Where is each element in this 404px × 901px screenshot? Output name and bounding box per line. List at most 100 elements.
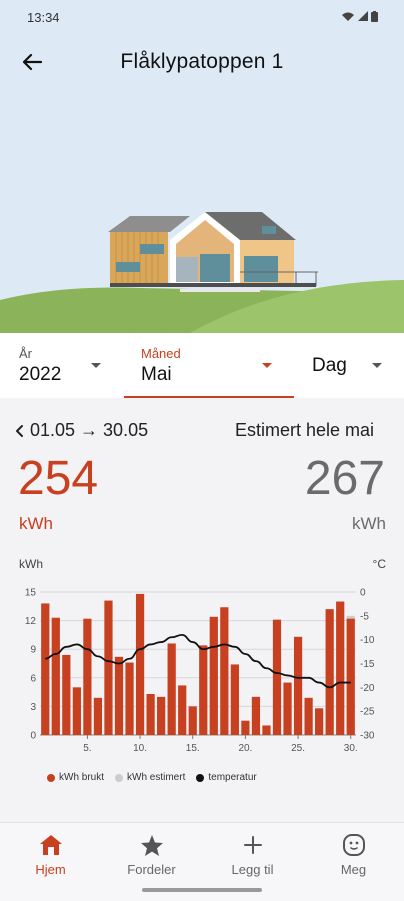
nav-label: Legg til — [231, 862, 274, 877]
nav-label: Fordeler — [127, 862, 176, 877]
chevron-down-icon — [91, 363, 101, 368]
bar-kwh-used — [83, 618, 92, 735]
bar-kwh-used — [72, 687, 81, 735]
period-range-text: 01.05 → 30.05 — [30, 420, 149, 440]
status-icons — [341, 11, 378, 22]
x-tick-label: 25. — [291, 743, 305, 754]
page-title: Flåklypatoppen 1 — [120, 50, 284, 73]
bar-kwh-used — [199, 645, 208, 735]
nav-label: Meg — [340, 862, 367, 877]
period-selector: År 2022 Måned Mai Dag — [0, 333, 404, 398]
bar-kwh-used — [188, 706, 197, 735]
bar-kwh-used — [262, 725, 271, 735]
month-value: Mai — [141, 364, 172, 385]
consumption-chart: kWh °C 0 3 6 9 12 15 0 -5 -10 -15 -20 -25 -30 5. 10. 15… — [19, 557, 387, 754]
bar-kwh-used — [230, 664, 239, 735]
bar-kwh-used — [293, 636, 303, 735]
bar-kwh-used — [41, 603, 50, 735]
chart-legend: kWh brukt kWh estimert temperatur — [47, 772, 257, 783]
status-bar: 13:34 — [0, 0, 404, 34]
estimated-kwh-unit: kWh — [352, 514, 386, 533]
nav-add[interactable]: Legg til — [202, 831, 303, 883]
y-right-tick-label: -15 — [360, 659, 375, 670]
bar-kwh-used — [125, 662, 134, 735]
year-value: 2022 — [19, 364, 62, 385]
estimated-kwh-value: 267 — [304, 452, 385, 505]
status-time: 13:34 — [27, 10, 60, 25]
bar-kwh-used — [304, 697, 313, 735]
legend-item-kwh-estimated: kWh estimert — [115, 772, 185, 783]
y-left-tick-label: 15 — [25, 588, 37, 599]
y-left-tick-label: 3 — [30, 702, 36, 713]
y-right-tick-label: -5 — [360, 611, 369, 622]
x-tick-label: 15. — [186, 743, 200, 754]
bar-kwh-used — [135, 593, 145, 735]
legend-dot — [115, 773, 124, 782]
home-icon — [39, 835, 62, 855]
bar-kwh-used — [251, 696, 261, 735]
bar-kwh-used — [93, 697, 103, 735]
x-tick-label: 30. — [344, 743, 358, 754]
chevron-down-icon — [372, 363, 382, 368]
star-icon — [140, 834, 163, 856]
bar-kwh-used — [104, 600, 113, 735]
bar-kwh-used — [178, 685, 187, 735]
legend-item-kwh-used: kWh brukt — [47, 772, 104, 783]
legend-dot — [47, 773, 55, 782]
bar-kwh-used — [146, 694, 155, 735]
bar-kwh-used — [315, 708, 324, 735]
home-indicator — [142, 888, 262, 892]
battery-icon — [371, 11, 378, 22]
bar-kwh-used — [346, 618, 355, 735]
nav-benefits[interactable]: Fordeler — [101, 831, 202, 883]
y-right-tick-label: -30 — [360, 731, 375, 742]
bar-kwh-used — [283, 682, 292, 735]
used-kwh-unit: kWh — [19, 514, 53, 533]
y-right-tick-label: -10 — [360, 635, 375, 646]
day-dropdown[interactable]: Dag — [294, 333, 404, 398]
y-right-tick-label: -20 — [360, 683, 375, 694]
bar-kwh-used — [157, 696, 166, 735]
nav-me[interactable]: Meg — [303, 831, 404, 883]
year-dropdown[interactable]: År 2022 — [0, 333, 124, 398]
hero-banner: 13:34 Flåklypatoppen 1 — [0, 0, 404, 333]
y-left-tick-label: 9 — [30, 645, 36, 656]
nav-home[interactable]: Hjem — [0, 831, 101, 883]
chart-bars — [41, 593, 355, 735]
bar-kwh-used — [241, 720, 250, 735]
wifi-icon — [342, 12, 354, 21]
year-label: År — [19, 346, 32, 361]
month-label: Måned — [141, 346, 181, 361]
bar-kwh-used — [62, 654, 71, 735]
month-dropdown[interactable]: Måned Mai — [124, 333, 294, 398]
used-kwh-value: 254 — [18, 452, 99, 505]
bar-kwh-used — [220, 607, 229, 735]
right-axis-label: °C — [373, 557, 387, 571]
y-left-tick-label: 6 — [30, 673, 36, 684]
y-right-tick-label: 0 — [360, 588, 366, 599]
left-axis-label: kWh — [19, 557, 43, 571]
estimate-label: Estimert hele mai — [234, 420, 374, 440]
plus-icon — [243, 836, 262, 854]
bar-kwh-used — [325, 609, 334, 735]
legend-label: kWh estimert — [127, 772, 186, 783]
x-tick-label: 20. — [238, 743, 252, 754]
period-range[interactable]: 01.05 → 30.05 — [14, 420, 148, 441]
signal-icon — [358, 11, 368, 21]
bar-kwh-used — [336, 601, 345, 735]
bar-kwh-used — [114, 656, 124, 735]
active-tab-indicator — [124, 396, 294, 398]
legend-item-temperature: temperatur — [196, 772, 257, 783]
legend-label: temperatur — [208, 772, 257, 783]
bar-kwh-used — [167, 643, 176, 735]
bar-kwh-used — [51, 617, 60, 735]
face-icon — [342, 834, 365, 856]
x-tick-label: 5. — [83, 743, 91, 754]
x-tick-label: 10. — [133, 743, 147, 754]
legend-label: kWh brukt — [59, 772, 105, 783]
legend-dot — [196, 773, 205, 782]
nav-label: Hjem — [35, 862, 66, 877]
bar-kwh-used — [209, 616, 218, 735]
chevron-down-icon — [262, 363, 272, 368]
bar-kwh-used — [272, 619, 282, 735]
